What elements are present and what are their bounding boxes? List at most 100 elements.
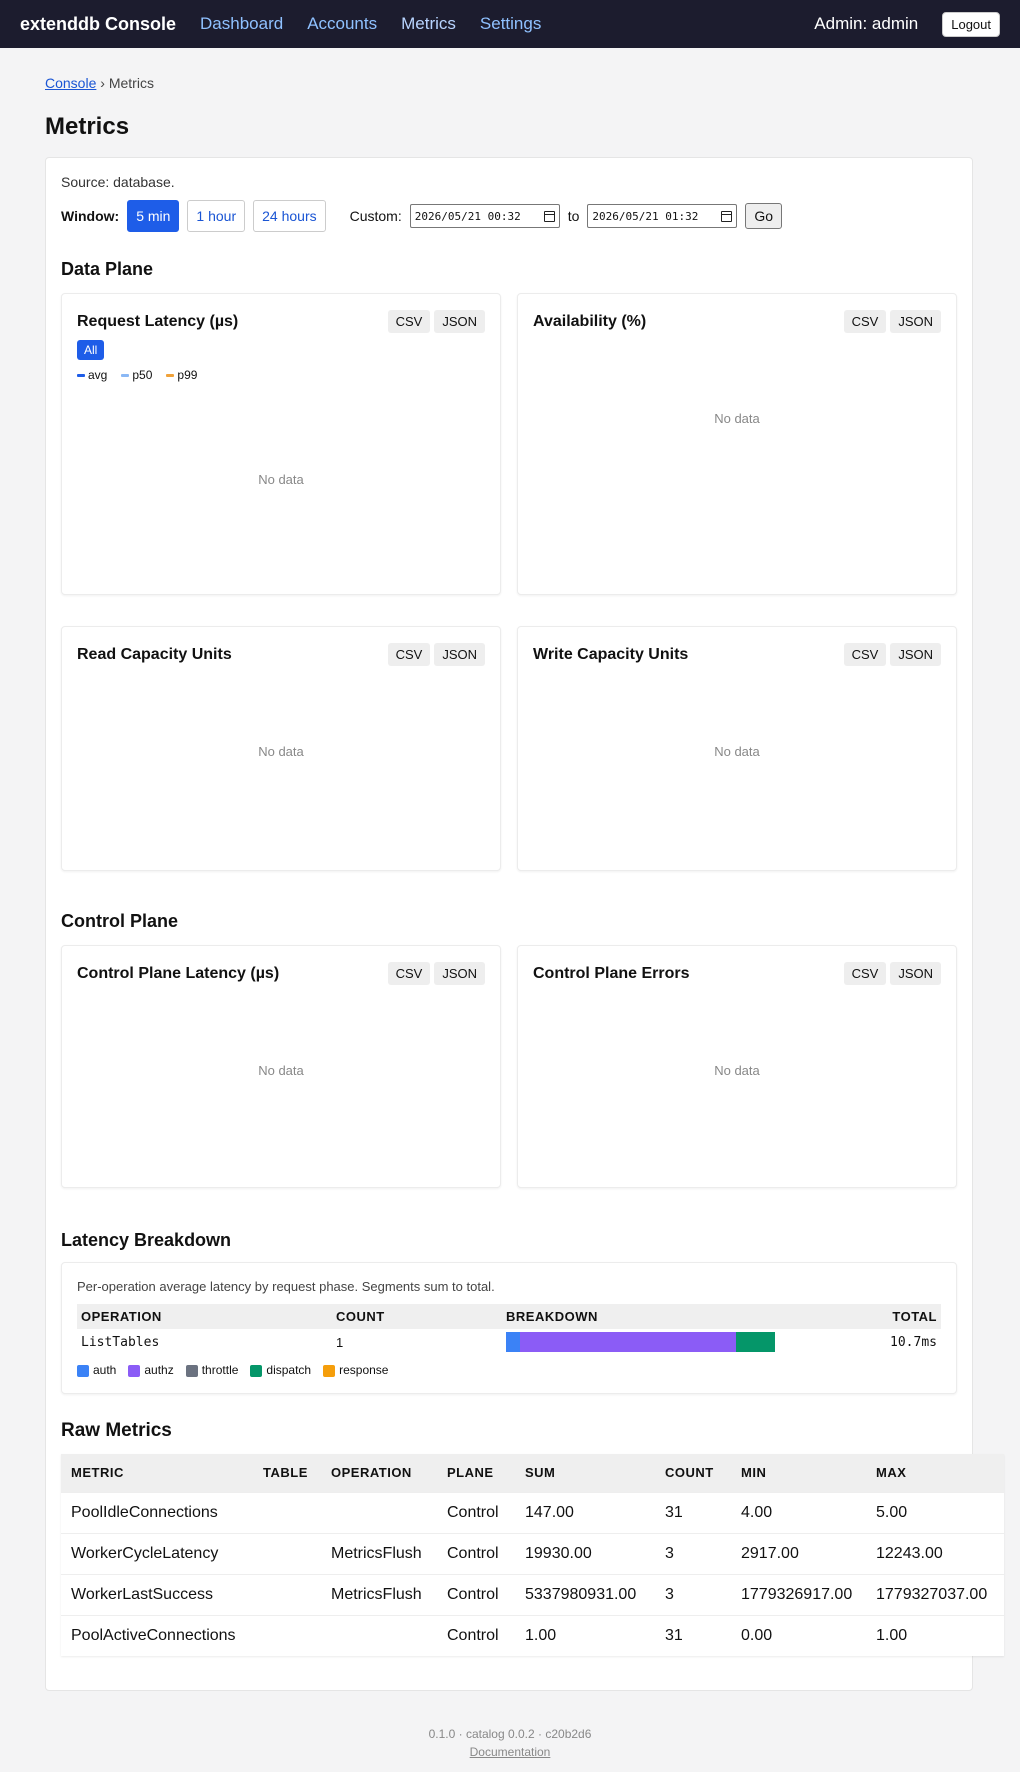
breakdown-description: Per-operation average latency by request… — [77, 1279, 495, 1294]
latency-legend: avg p50 p99 — [77, 368, 485, 382]
window-label: Window: — [61, 208, 120, 224]
window-24hours-button[interactable]: 24 hours — [253, 200, 326, 232]
json-button[interactable]: JSON — [890, 962, 941, 985]
operation-cell — [321, 1491, 437, 1533]
json-button[interactable]: JSON — [434, 310, 485, 333]
header-total: TOTAL — [870, 1304, 941, 1329]
csv-button[interactable]: CSV — [843, 962, 887, 985]
table-cell — [253, 1614, 321, 1656]
header-metric: METRIC — [61, 1454, 253, 1492]
json-button[interactable]: JSON — [434, 962, 485, 985]
logout-button[interactable]: Logout — [942, 11, 1000, 37]
csv-button[interactable]: CSV — [843, 643, 887, 666]
json-button[interactable]: JSON — [434, 643, 485, 666]
table-row: ListTables 1 10.7ms — [77, 1329, 941, 1355]
min-cell: 0.00 — [731, 1614, 866, 1656]
operation-cell: MetricsFlush — [321, 1573, 437, 1615]
metric-cell: WorkerLastSuccess — [61, 1573, 253, 1615]
calendar-icon[interactable] — [543, 210, 555, 222]
legend-p99[interactable]: p99 — [166, 368, 197, 382]
legend-p99-swatch — [166, 373, 175, 377]
page-title: Metrics — [45, 113, 130, 140]
request-latency-card: Request Latency (µs) CSV JSON All avg p5… — [61, 293, 501, 595]
sum-cell: 147.00 — [515, 1491, 655, 1533]
table-cell — [253, 1573, 321, 1615]
header-count: COUNT — [655, 1454, 731, 1492]
csv-button[interactable]: CSV — [387, 643, 431, 666]
window-1hour-button[interactable]: 1 hour — [187, 200, 246, 232]
header-operation: OPERATION — [321, 1454, 437, 1492]
segment-auth — [506, 1332, 520, 1352]
admin-label: Admin: admin — [814, 14, 919, 33]
metric-cell: PoolIdleConnections — [61, 1491, 253, 1533]
table-row: PoolActiveConnections Control 1.00 31 0.00 1.… — [61, 1614, 1004, 1656]
write-capacity-card: Write Capacity Units CSV JSON No data — [517, 626, 957, 871]
table-row: PoolIdleConnections Control 147.00 31 4.00 5.… — [61, 1491, 1004, 1533]
table-cell — [253, 1532, 321, 1574]
header-operation: OPERATION — [77, 1304, 332, 1329]
brand[interactable]: extenddb Console — [20, 14, 176, 35]
legend-avg[interactable]: avg — [77, 368, 107, 382]
csv-button[interactable]: CSV — [387, 310, 431, 333]
no-data-text: No data — [714, 411, 760, 426]
legend-authz-swatch — [128, 1364, 141, 1377]
csv-button[interactable]: CSV — [387, 962, 431, 985]
nav-accounts[interactable]: Accounts — [307, 14, 377, 34]
card-title: Control Plane Errors — [533, 964, 690, 982]
min-cell: 4.00 — [731, 1491, 866, 1533]
nav-metrics[interactable]: Metrics — [401, 14, 456, 34]
breakdown-legend: auth authz throttle dispatch response — [77, 1363, 941, 1377]
go-button[interactable]: Go — [745, 203, 783, 229]
sum-cell: 5337980931.00 — [515, 1573, 655, 1615]
header-table: TABLE — [253, 1454, 321, 1492]
control-latency-card: Control Plane Latency (µs) CSV JSON No d… — [61, 945, 501, 1188]
legend-dispatch: dispatch — [250, 1363, 311, 1377]
nav-settings[interactable]: Settings — [480, 14, 541, 34]
legend-authz: authz — [128, 1363, 174, 1377]
breadcrumb: Console › Metrics — [45, 75, 975, 91]
filter-all-button[interactable]: All — [77, 340, 105, 360]
header-plane: PLANE — [437, 1454, 515, 1492]
sum-cell: 1.00 — [515, 1614, 655, 1656]
custom-from-value: 2026/05/21 00:32 — [414, 209, 521, 223]
custom-to-input[interactable]: 2026/05/21 01:32 — [587, 204, 738, 228]
card-title: Write Capacity Units — [533, 645, 689, 663]
json-button[interactable]: JSON — [890, 643, 941, 666]
metric-cell: PoolActiveConnections — [61, 1614, 253, 1656]
json-button[interactable]: JSON — [890, 310, 941, 333]
legend-p50-swatch — [121, 373, 130, 377]
custom-from-input[interactable]: 2026/05/21 00:32 — [409, 204, 560, 228]
calendar-icon[interactable] — [721, 210, 733, 222]
max-cell: 1.00 — [866, 1614, 1004, 1656]
breakdown-bar — [506, 1332, 783, 1352]
data-plane-title: Data Plane — [61, 259, 154, 279]
control-plane-title: Control Plane — [61, 911, 179, 931]
window-controls: Window: 5 min 1 hour 24 hours Custom: 20… — [61, 200, 957, 232]
raw-metrics-title: Raw Metrics — [61, 1420, 172, 1441]
documentation-link[interactable]: Documentation — [470, 1745, 551, 1759]
nav-dashboard[interactable]: Dashboard — [200, 14, 283, 34]
breadcrumb-console-link[interactable]: Console — [45, 75, 96, 91]
plane-cell: Control — [437, 1573, 515, 1615]
breakdown-header-row: OPERATION COUNT BREAKDOWN TOTAL — [77, 1304, 941, 1329]
legend-p50[interactable]: p50 — [121, 368, 152, 382]
legend-response-swatch — [323, 1364, 336, 1377]
legend-avg-swatch — [77, 373, 85, 377]
plane-cell: Control — [437, 1532, 515, 1574]
window-5min-button[interactable]: 5 min — [127, 200, 180, 232]
table-row: WorkerCycleLatency MetricsFlush Control 199… — [61, 1532, 1004, 1574]
legend-dispatch-swatch — [250, 1364, 263, 1377]
count-cell: 31 — [655, 1614, 731, 1656]
no-data-text: No data — [258, 472, 304, 487]
source-text: Source: database. — [61, 174, 175, 190]
breakdown-cell — [502, 1329, 870, 1355]
table-row: WorkerLastSuccess MetricsFlush Control 5337… — [61, 1573, 1004, 1615]
footer-version: 0.1.0 · catalog 0.0.2 · c20b2d6 — [428, 1727, 592, 1741]
count-cell: 1 — [336, 1334, 344, 1350]
max-cell: 5.00 — [866, 1491, 1004, 1533]
header-min: MIN — [731, 1454, 866, 1492]
csv-button[interactable]: CSV — [843, 310, 887, 333]
plane-cell: Control — [437, 1491, 515, 1533]
segment-dispatch — [735, 1332, 775, 1352]
operation-cell: MetricsFlush — [321, 1532, 437, 1574]
